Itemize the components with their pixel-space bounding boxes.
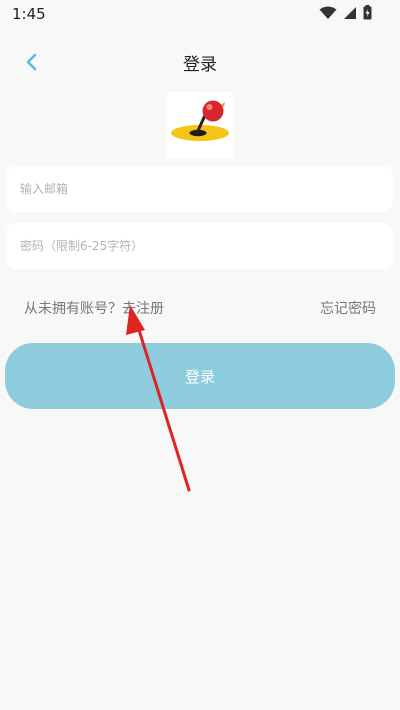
login-button-label: 登录 [184, 367, 215, 386]
wifi-icon [319, 6, 337, 19]
email-field-container [6, 166, 393, 212]
signal-icon [344, 6, 356, 19]
register-link[interactable]: 从未拥有账号？去注册 [24, 298, 164, 318]
header: 登录 [0, 40, 400, 84]
pin-hole-logo-icon [171, 100, 229, 141]
forgot-password-link[interactable]: 忘记密码 [320, 298, 376, 318]
status-time: 1:45 [12, 5, 46, 23]
app-logo [167, 92, 233, 158]
password-field-container [6, 223, 393, 269]
links-row: 从未拥有账号？去注册 忘记密码 [24, 298, 376, 320]
password-field[interactable] [6, 223, 393, 269]
email-field[interactable] [6, 166, 393, 212]
status-bar: 1:45 [0, 0, 400, 28]
page-title: 登录 [183, 55, 217, 75]
battery-icon [363, 5, 372, 20]
status-icons [319, 5, 372, 20]
login-button[interactable]: 登录 [5, 343, 395, 409]
